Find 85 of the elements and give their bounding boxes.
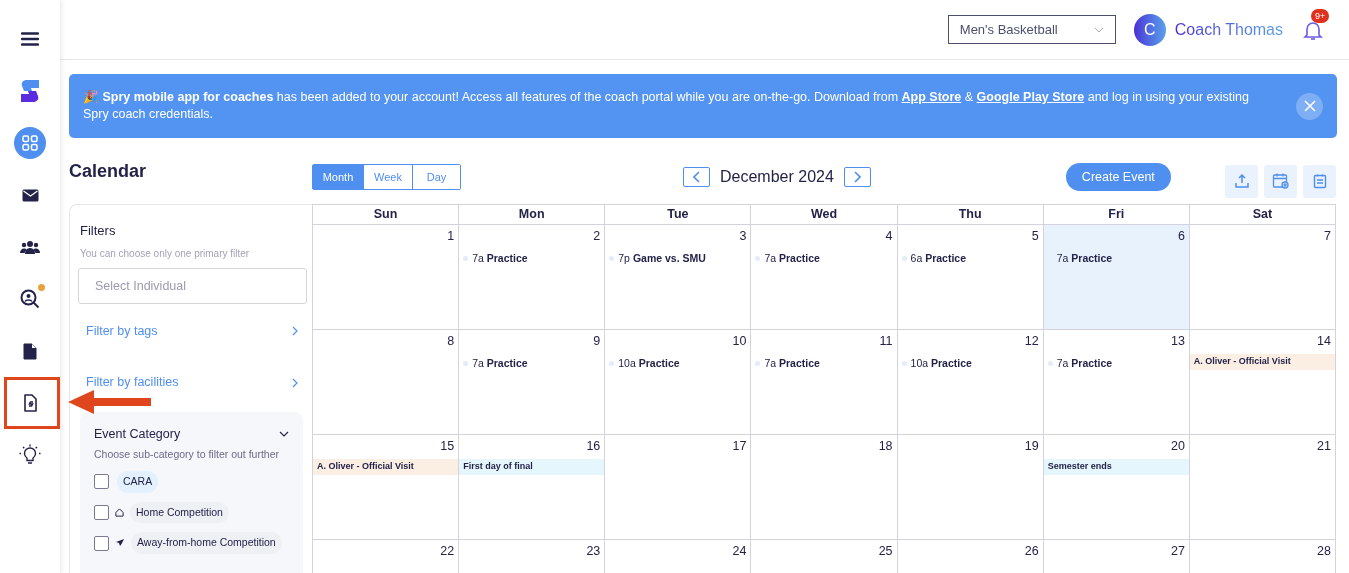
category-tag: Away-from-home Competition (131, 532, 282, 554)
event[interactable]: 10a Practice (897, 355, 1043, 372)
day-cell[interactable]: 21 (1189, 435, 1336, 540)
weekday-label: Thu (958, 206, 982, 224)
page-title: Calendar (69, 160, 148, 182)
day-cell[interactable]: 20 Semester ends (1043, 435, 1190, 540)
filter-hint: You can choose only one primary filter (80, 246, 251, 261)
day-number: 24 (732, 543, 747, 560)
weekday-label: Tue (667, 206, 689, 224)
notification-badge: 9+ (1311, 8, 1330, 23)
event[interactable]: 7p Game vs. SMU (605, 250, 751, 267)
day-number: 8 (447, 333, 455, 350)
day-cell[interactable]: 2 7a Practice (459, 225, 606, 330)
event-bar[interactable]: First day of final (459, 458, 605, 475)
day-number: 5 (1031, 228, 1039, 245)
month-label: December 2024 (720, 167, 834, 187)
day-cell[interactable]: 15 A. Oliver - Official Visit (313, 435, 460, 540)
day-cell[interactable]: 12 10a Practice (897, 330, 1044, 435)
day-cell[interactable]: 9 7a Practice (459, 330, 606, 435)
event-bar[interactable]: A. Oliver - Official Visit (313, 458, 459, 475)
weekday-label: Wed (810, 206, 838, 224)
day-cell[interactable]: 14 A. Oliver - Official Visit (1189, 330, 1336, 435)
category-title: Event Category (94, 426, 181, 443)
event[interactable]: 7a Practice (1043, 355, 1189, 372)
team-select[interactable]: Men's Basketball (947, 15, 1116, 44)
individual-field[interactable]: Select Individual (78, 267, 307, 304)
day-number: 18 (878, 438, 893, 455)
day-number: 10 (732, 333, 747, 350)
day-number: 1 (447, 228, 455, 245)
day-number: 6 (1177, 228, 1185, 245)
avatar[interactable]: C (1133, 13, 1166, 46)
day-cell[interactable]: 10 10a Practice (605, 330, 752, 435)
day-number: 2 (593, 228, 601, 245)
day-cell[interactable]: 17 (605, 435, 752, 540)
weekday-label: Mon (518, 206, 545, 224)
team-name: Men's Basketball (959, 20, 1058, 39)
day-number: 11 (879, 333, 893, 350)
category-tag: Home Competition (130, 501, 229, 524)
day-cell[interactable]: 16 First day of final (459, 435, 606, 540)
day-number: 20 (1170, 438, 1185, 455)
day-number: 15 (440, 438, 455, 455)
day-number: 7 (1324, 228, 1331, 245)
day-cell[interactable]: 5 6a Practice (897, 225, 1044, 330)
event[interactable]: 6a Practice (897, 250, 1043, 267)
filter-title: Filters (80, 222, 117, 240)
weekday-label: Fri (1108, 206, 1125, 224)
weekday-label: Sat (1252, 206, 1273, 224)
day-number: 13 (1170, 333, 1185, 350)
event[interactable]: 7a Practice (1043, 250, 1189, 267)
day-number: 22 (440, 543, 455, 560)
day-number: 27 (1170, 543, 1185, 560)
category-hint: Choose sub-category to filter out further (94, 446, 280, 461)
day-cell[interactable]: 13 7a Practice (1043, 330, 1190, 435)
day-cell[interactable]: 4 7a Practice (751, 225, 898, 330)
banner-message: 🎉 Spry mobile app for coaches has been added to your account! Access all features of the coach portal while you are on-the-go. Download from App Store & Google Play Store and log in using your existing Spry coach credentials. (83, 89, 1250, 123)
event[interactable]: 10a Practice (605, 355, 751, 372)
day-number: 19 (1024, 438, 1039, 455)
day-number: 28 (1317, 543, 1331, 560)
day-number: 26 (1024, 543, 1039, 560)
day-number: 12 (1024, 333, 1039, 350)
day-number: 21 (1317, 438, 1331, 455)
day-cell[interactable]: 8 (313, 330, 460, 435)
event[interactable]: 7a Practice (751, 355, 897, 372)
weekday-label: Sun (373, 206, 398, 224)
day-cell[interactable]: 6 7a Practice (1043, 225, 1190, 330)
event[interactable]: 7a Practice (459, 355, 605, 372)
day-cell[interactable]: 1 (313, 225, 460, 330)
day-cell[interactable]: 11 7a Practice (751, 330, 898, 435)
day-number: 25 (878, 543, 893, 560)
event-bar[interactable]: A. Oliver - Official Visit (1189, 353, 1335, 370)
day-number: 17 (732, 438, 747, 455)
day-cell[interactable]: 3 7p Game vs. SMU (605, 225, 752, 330)
day-number: 16 (586, 438, 601, 455)
day-number: 14 (1317, 333, 1331, 350)
event-bar[interactable]: Semester ends (1043, 458, 1189, 475)
day-number: 4 (885, 228, 893, 245)
event[interactable]: 7a Practice (459, 250, 605, 267)
event[interactable]: 7a Practice (751, 250, 897, 267)
day-number: 3 (739, 228, 747, 245)
day-cell[interactable]: 18 (751, 435, 898, 540)
day-number: 9 (593, 333, 601, 350)
category-tag: CARA (117, 470, 159, 493)
day-number: 23 (586, 543, 601, 560)
day-cell[interactable]: 19 (897, 435, 1044, 540)
day-cell[interactable]: 7 (1189, 225, 1336, 330)
